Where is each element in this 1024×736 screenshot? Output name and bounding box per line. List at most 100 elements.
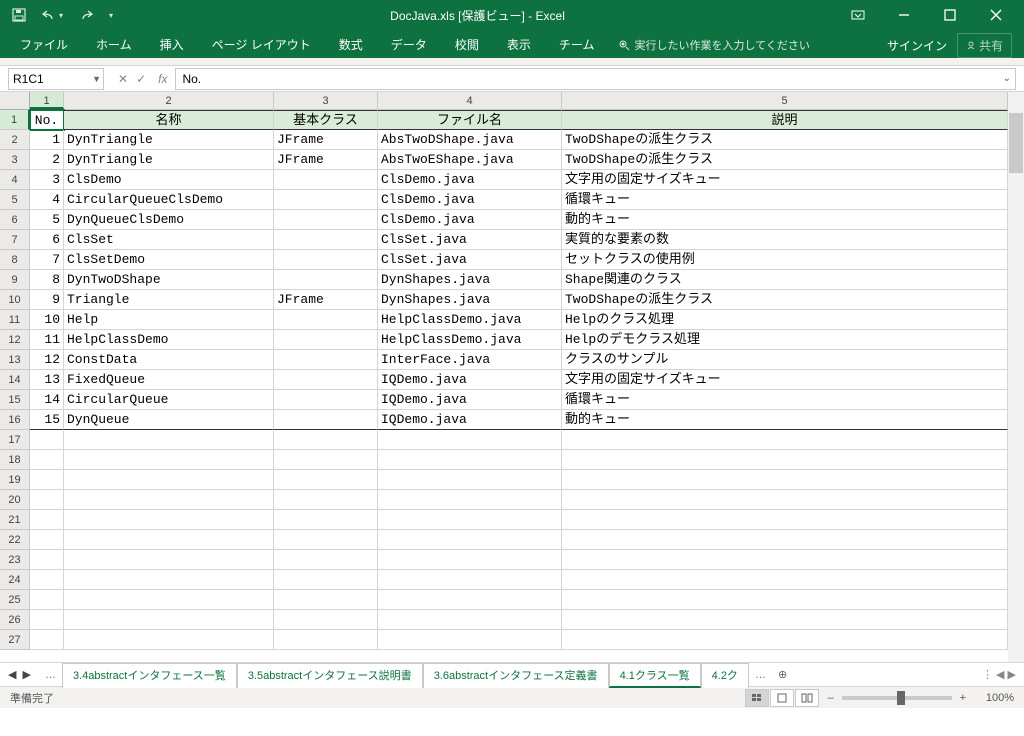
cell-file[interactable]: ClsSet.java	[378, 250, 562, 270]
row-header[interactable]: 6	[0, 210, 30, 230]
cell[interactable]	[274, 610, 378, 630]
scrollbar-thumb[interactable]	[1009, 113, 1023, 173]
cell-base[interactable]	[274, 250, 378, 270]
cell-no[interactable]: 5	[30, 210, 64, 230]
spreadsheet-grid[interactable]: 1 2 3 4 5 1 No. 名称 基本クラス ファイル名 説明 2 1 Dy…	[0, 92, 1024, 662]
tab-split-handle[interactable]: ⋮ ◀ ▶	[982, 668, 1024, 681]
cell[interactable]	[30, 610, 64, 630]
cell[interactable]	[378, 630, 562, 650]
row-header[interactable]: 26	[0, 610, 30, 630]
cell[interactable]	[30, 430, 64, 450]
cell-desc[interactable]: TwoDShapeの派生クラス	[562, 290, 1008, 310]
row-header[interactable]: 12	[0, 330, 30, 350]
cell[interactable]	[562, 430, 1008, 450]
cell[interactable]	[274, 550, 378, 570]
cell[interactable]	[274, 570, 378, 590]
tab-page-layout[interactable]: ページ レイアウト	[198, 31, 325, 58]
col-header[interactable]: 3	[274, 92, 378, 109]
cell-file[interactable]: IQDemo.java	[378, 390, 562, 410]
minimize-button[interactable]	[882, 1, 926, 29]
cell[interactable]	[64, 510, 274, 530]
row-header[interactable]: 8	[0, 250, 30, 270]
cell-header-no[interactable]: No.	[30, 110, 64, 130]
row-header[interactable]: 15	[0, 390, 30, 410]
row-header[interactable]: 14	[0, 370, 30, 390]
tell-me-search[interactable]: 実行したい作業を入力してください	[608, 32, 819, 58]
cell-desc[interactable]: 循環キュー	[562, 390, 1008, 410]
cell-no[interactable]: 6	[30, 230, 64, 250]
cell-name[interactable]: Help	[64, 310, 274, 330]
cell[interactable]	[274, 510, 378, 530]
row-header[interactable]: 23	[0, 550, 30, 570]
cell-base[interactable]: JFrame	[274, 150, 378, 170]
cell-header-name[interactable]: 名称	[64, 110, 274, 130]
zoom-slider-thumb[interactable]	[897, 691, 905, 705]
cell[interactable]	[274, 530, 378, 550]
cell[interactable]	[378, 530, 562, 550]
cell-desc[interactable]: 文字用の固定サイズキュー	[562, 370, 1008, 390]
cell[interactable]	[30, 570, 64, 590]
cell-name[interactable]: CircularQueueClsDemo	[64, 190, 274, 210]
cell[interactable]	[378, 570, 562, 590]
cell-name[interactable]: ClsSet	[64, 230, 274, 250]
sheet-tab[interactable]: 4.1クラス一覧	[609, 663, 701, 688]
cell[interactable]	[378, 430, 562, 450]
cancel-formula-button[interactable]: ✕	[118, 72, 128, 86]
cell[interactable]	[562, 470, 1008, 490]
cell[interactable]	[378, 510, 562, 530]
cell-file[interactable]: ClsSet.java	[378, 230, 562, 250]
row-header[interactable]: 22	[0, 530, 30, 550]
cell-base[interactable]	[274, 390, 378, 410]
new-sheet-button[interactable]: ⊕	[772, 668, 793, 681]
col-header[interactable]: 2	[64, 92, 274, 109]
cell-no[interactable]: 13	[30, 370, 64, 390]
cell-name[interactable]: DynQueue	[64, 410, 274, 430]
cell-base[interactable]: JFrame	[274, 290, 378, 310]
signin-link[interactable]: サインイン	[887, 37, 947, 54]
cell-name[interactable]: ClsSetDemo	[64, 250, 274, 270]
cell[interactable]	[64, 610, 274, 630]
cell[interactable]	[64, 490, 274, 510]
cell-name[interactable]: DynTwoDShape	[64, 270, 274, 290]
cell-desc[interactable]: 実質的な要素の数	[562, 230, 1008, 250]
col-header[interactable]: 5	[562, 92, 1008, 109]
cell[interactable]	[274, 630, 378, 650]
cell-name[interactable]: DynTriangle	[64, 130, 274, 150]
cell-name[interactable]: Triangle	[64, 290, 274, 310]
cell-base[interactable]	[274, 210, 378, 230]
row-header[interactable]: 5	[0, 190, 30, 210]
cell-file[interactable]: ClsDemo.java	[378, 190, 562, 210]
row-header[interactable]: 10	[0, 290, 30, 310]
row-header[interactable]: 11	[0, 310, 30, 330]
cell-no[interactable]: 8	[30, 270, 64, 290]
cell-file[interactable]: InterFace.java	[378, 350, 562, 370]
row-header[interactable]: 13	[0, 350, 30, 370]
cell-desc[interactable]: Helpのデモクラス処理	[562, 330, 1008, 350]
cell[interactable]	[562, 550, 1008, 570]
tab-scroll-right[interactable]: ▶	[22, 668, 30, 681]
sheet-tab[interactable]: 3.6abstractインタフェース定義書	[423, 663, 609, 688]
cell-base[interactable]	[274, 370, 378, 390]
enter-formula-button[interactable]: ✓	[136, 72, 146, 86]
cell-desc[interactable]: Helpのクラス処理	[562, 310, 1008, 330]
cell-name[interactable]: CircularQueue	[64, 390, 274, 410]
cell[interactable]	[30, 590, 64, 610]
tab-overflow-right[interactable]: …	[749, 669, 772, 681]
cell-base[interactable]	[274, 270, 378, 290]
cell-no[interactable]: 12	[30, 350, 64, 370]
row-header[interactable]: 9	[0, 270, 30, 290]
cell-desc[interactable]: クラスのサンプル	[562, 350, 1008, 370]
cell-file[interactable]: ClsDemo.java	[378, 210, 562, 230]
cell[interactable]	[274, 490, 378, 510]
cell[interactable]	[30, 530, 64, 550]
tab-data[interactable]: データ	[377, 31, 441, 58]
cell-file[interactable]: AbsTwoDShape.java	[378, 130, 562, 150]
cell-name[interactable]: DynQueueClsDemo	[64, 210, 274, 230]
cell-no[interactable]: 11	[30, 330, 64, 350]
cell-base[interactable]	[274, 330, 378, 350]
cell[interactable]	[378, 590, 562, 610]
cell-desc[interactable]: 動的キュー	[562, 210, 1008, 230]
sheet-tab[interactable]: 3.5abstractインタフェース説明書	[237, 663, 423, 688]
cell[interactable]	[562, 630, 1008, 650]
row-header[interactable]: 27	[0, 630, 30, 650]
